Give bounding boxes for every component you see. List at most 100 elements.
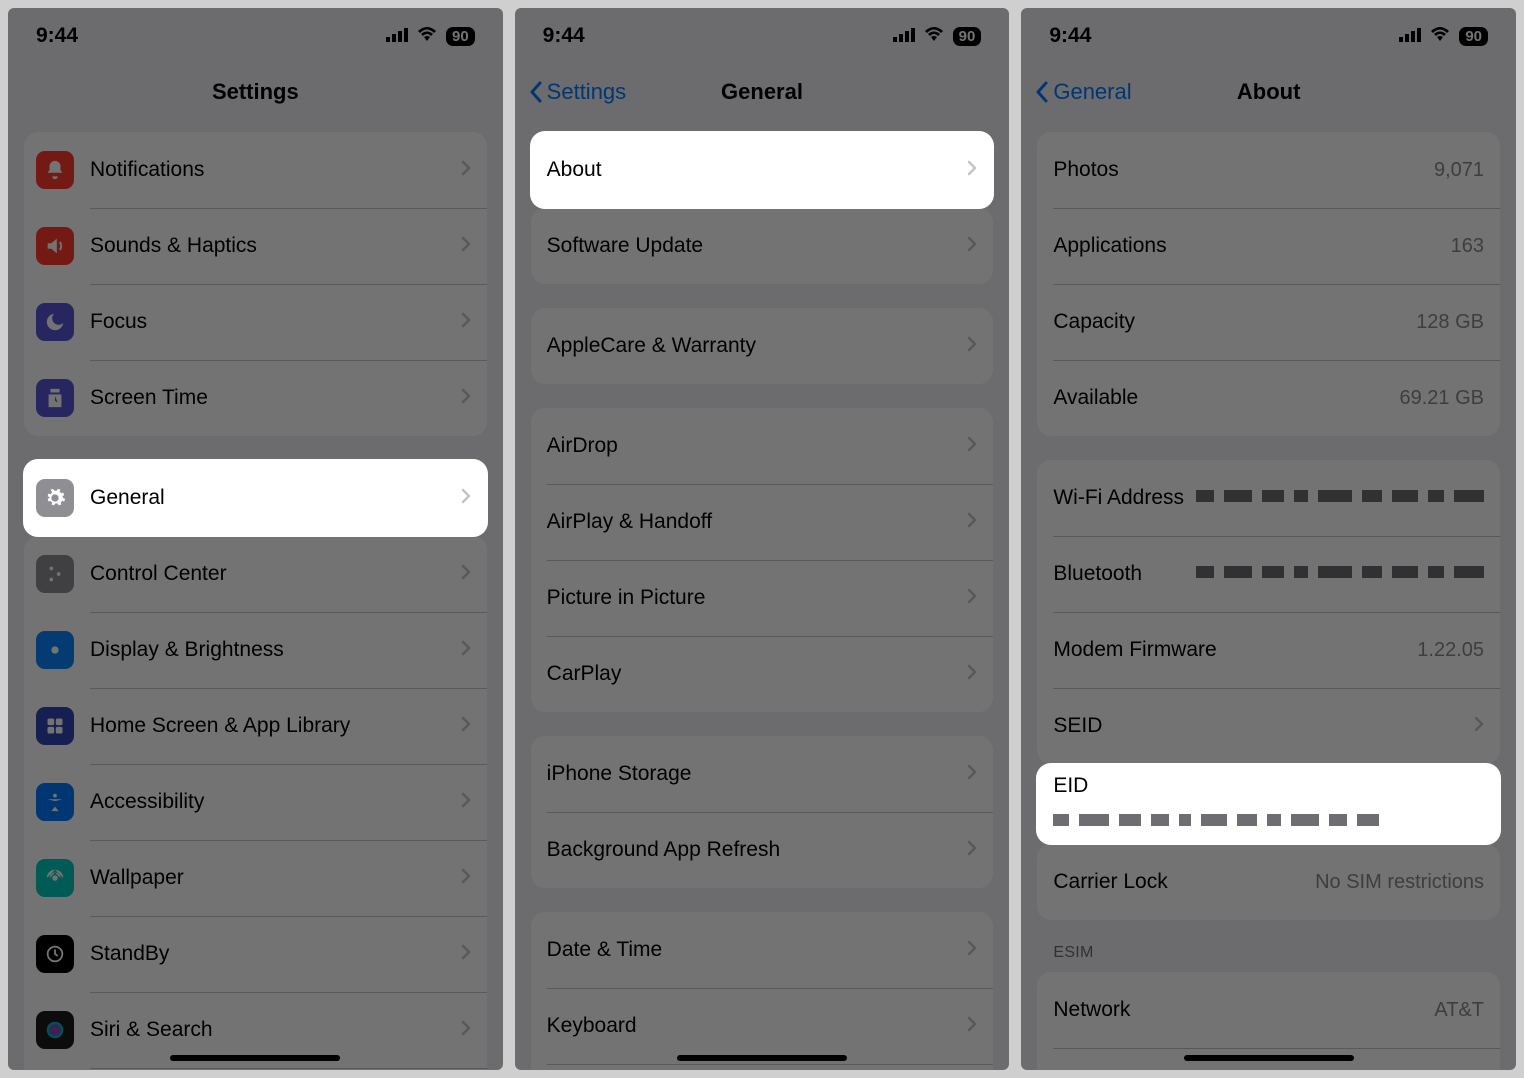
row-label: Notifications xyxy=(90,158,453,182)
about-row[interactable]: SEID xyxy=(1037,688,1500,764)
row-label: Accessibility xyxy=(90,790,453,814)
chevron-right-icon xyxy=(967,662,977,686)
settings-list[interactable]: Notifications Sounds & HapticsFocus Screen… xyxy=(8,120,503,1070)
chevron-right-icon xyxy=(461,310,471,334)
general-row[interactable]: CarPlay xyxy=(531,636,994,712)
about-row-eid[interactable]: EID xyxy=(1037,764,1500,844)
accessibility-icon xyxy=(36,783,74,821)
controlcenter-icon xyxy=(36,555,74,593)
settings-row-controlcenter[interactable]: Control Center xyxy=(24,536,487,612)
chevron-right-icon xyxy=(967,434,977,458)
row-value: 69.21 GB xyxy=(1400,387,1485,410)
phone-general: 9:44 90 Settings General AboutSoftware U… xyxy=(515,8,1010,1070)
general-row[interactable]: About xyxy=(531,132,994,208)
about-row[interactable]: Wi-Fi Address xyxy=(1037,460,1500,536)
chevron-right-icon xyxy=(967,234,977,258)
row-label: Bluetooth xyxy=(1053,562,1196,586)
row-label: Software Update xyxy=(547,234,960,258)
home-indicator[interactable] xyxy=(1184,1055,1354,1061)
about-row[interactable]: Photos9,071 xyxy=(1037,132,1500,208)
row-label: Screen Time xyxy=(90,386,453,410)
settings-row-general[interactable]: General xyxy=(24,460,487,536)
screentime-icon xyxy=(36,379,74,417)
row-label: Home Screen & App Library xyxy=(90,714,453,738)
back-button[interactable]: General xyxy=(1035,79,1131,105)
chevron-right-icon xyxy=(1474,714,1484,738)
row-label: Available xyxy=(1053,386,1399,410)
chevron-right-icon xyxy=(461,158,471,182)
chevron-right-icon xyxy=(461,234,471,258)
general-list[interactable]: About Software Update AppleCare & Warranty… xyxy=(515,120,1010,1070)
settings-row-accessibility[interactable]: Accessibility xyxy=(24,764,487,840)
status-bar: 9:44 90 xyxy=(1021,8,1516,64)
phone-about: 9:44 90 General About Photos9,071Applica… xyxy=(1021,8,1516,1070)
about-list[interactable]: Photos9,071Applications163Capacity128 GB… xyxy=(1021,120,1516,1070)
row-label: Date & Time xyxy=(547,938,960,962)
row-value: AT&T xyxy=(1434,999,1484,1022)
home-indicator[interactable] xyxy=(677,1055,847,1061)
row-label: Display & Brightness xyxy=(90,638,453,662)
about-row[interactable]: Modem Firmware1.22.05 xyxy=(1037,612,1500,688)
settings-row-screentime[interactable]: Screen Time xyxy=(24,360,487,436)
settings-row-sounds[interactable]: Sounds & Haptics xyxy=(24,208,487,284)
nav-bar: General About xyxy=(1021,64,1516,120)
about-row[interactable]: Available69.21 GB xyxy=(1037,360,1500,436)
battery-icon: 90 xyxy=(446,27,475,46)
row-label: Modem Firmware xyxy=(1053,638,1417,662)
settings-row-display[interactable]: Display & Brightness xyxy=(24,612,487,688)
homescreen-icon xyxy=(36,707,74,745)
about-row[interactable]: Capacity128 GB xyxy=(1037,284,1500,360)
about-row[interactable]: NetworkAT&T xyxy=(1037,972,1500,1048)
row-label: Keyboard xyxy=(547,1014,960,1038)
row-label: Photos xyxy=(1053,158,1434,182)
chevron-right-icon xyxy=(967,510,977,534)
general-row[interactable]: AppleCare & Warranty xyxy=(531,308,994,384)
settings-row-focus[interactable]: Focus xyxy=(24,284,487,360)
settings-row-wallpaper[interactable]: Wallpaper xyxy=(24,840,487,916)
general-row[interactable]: Keyboard xyxy=(531,988,994,1064)
general-row[interactable]: Fonts xyxy=(531,1064,994,1070)
chevron-right-icon xyxy=(967,586,977,610)
phone-settings: 9:44 90 Settings NotificationsSounds & H… xyxy=(8,8,503,1070)
cellular-icon xyxy=(893,24,915,48)
back-button[interactable]: Settings xyxy=(529,79,627,105)
row-label: Control Center xyxy=(90,562,453,586)
notifications-icon xyxy=(36,151,74,189)
row-value: 9,071 xyxy=(1434,159,1484,182)
redacted-value xyxy=(1053,814,1379,830)
about-row[interactable]: Applications163 xyxy=(1037,208,1500,284)
general-row[interactable]: Picture in Picture xyxy=(531,560,994,636)
back-label: Settings xyxy=(547,79,627,105)
row-label: Network xyxy=(1053,998,1434,1022)
chevron-right-icon xyxy=(461,638,471,662)
general-row[interactable]: AirPlay & Handoff xyxy=(531,484,994,560)
settings-row-homescreen[interactable]: Home Screen & App Library xyxy=(24,688,487,764)
settings-row-notifications[interactable]: Notifications xyxy=(24,132,487,208)
settings-row-faceid[interactable]: Face ID & Passcode xyxy=(24,1068,487,1070)
general-row[interactable]: iPhone Storage xyxy=(531,736,994,812)
siri-icon xyxy=(36,1011,74,1049)
general-row[interactable]: Software Update xyxy=(531,208,994,284)
row-label: About xyxy=(547,158,960,182)
settings-row-standby[interactable]: StandBy xyxy=(24,916,487,992)
cellular-icon xyxy=(1399,24,1421,48)
standby-icon xyxy=(36,935,74,973)
chevron-right-icon xyxy=(461,790,471,814)
redacted-value xyxy=(1196,566,1484,582)
chevron-right-icon xyxy=(967,1014,977,1038)
general-row[interactable]: Background App Refresh xyxy=(531,812,994,888)
chevron-right-icon xyxy=(967,334,977,358)
row-label: AppleCare & Warranty xyxy=(547,334,960,358)
section-header: ESIM xyxy=(1053,944,1500,962)
about-row[interactable]: Carrier LockNo SIM restrictions xyxy=(1037,844,1500,920)
home-indicator[interactable] xyxy=(170,1055,340,1061)
chevron-right-icon xyxy=(461,866,471,890)
general-icon xyxy=(36,479,74,517)
general-row[interactable]: AirDrop xyxy=(531,408,994,484)
sounds-icon xyxy=(36,227,74,265)
about-row[interactable]: Bluetooth xyxy=(1037,536,1500,612)
row-value: 128 GB xyxy=(1416,311,1484,334)
general-row[interactable]: Date & Time xyxy=(531,912,994,988)
wifi-icon xyxy=(416,24,438,48)
chevron-right-icon xyxy=(967,838,977,862)
